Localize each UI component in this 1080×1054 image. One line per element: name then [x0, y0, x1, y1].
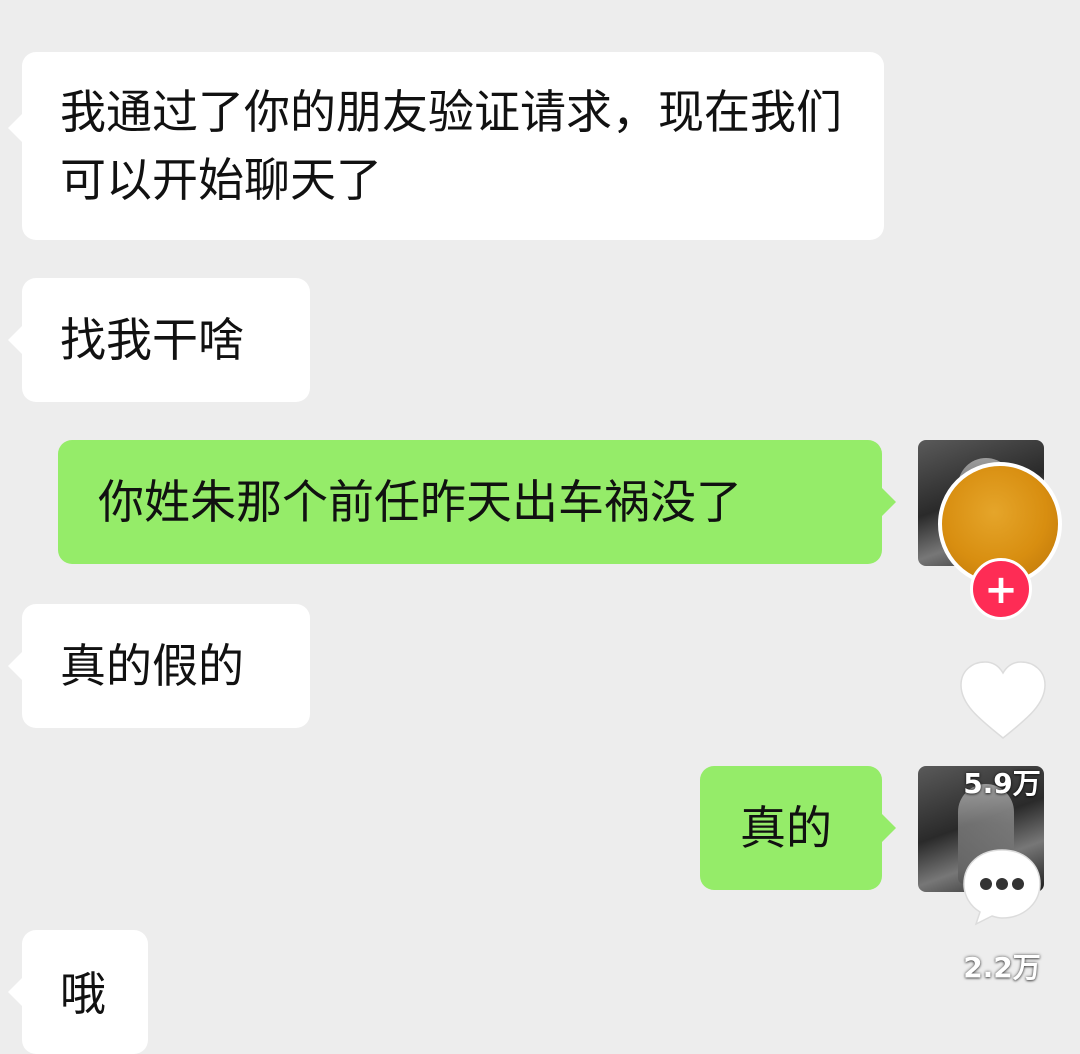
message-text: 找我干啥 — [60, 313, 244, 367]
bubble-tail — [8, 114, 22, 142]
comment-count: 2.2万 — [963, 951, 1041, 984]
bubble-tail — [882, 814, 896, 842]
bubble-tail — [8, 652, 22, 680]
message-bubble-incoming[interactable]: 真的假的 — [8, 604, 310, 728]
bubble-tail — [8, 326, 22, 354]
bubble-tail — [882, 488, 896, 516]
bubble-tail — [8, 978, 22, 1006]
like-count: 5.9万 — [963, 767, 1041, 800]
message-bubble-outgoing[interactable]: 真的 — [700, 766, 896, 890]
message-bubble-incoming[interactable]: 找我干啥 — [8, 278, 310, 402]
message-bubble-outgoing[interactable]: 你姓朱那个前任昨天出车祸没了 — [58, 440, 896, 564]
message-text: 真的 — [740, 801, 832, 855]
follow-button[interactable]: + — [970, 558, 1032, 620]
plus-icon: + — [984, 567, 1018, 613]
message-text: 哦 — [60, 967, 106, 1021]
message-text: 你姓朱那个前任昨天出车祸没了 — [98, 475, 742, 529]
message-bubble-incoming[interactable]: 哦 — [8, 930, 148, 1054]
message-bubble-incoming[interactable]: 我通过了你的朋友验证请求，现在我们可以开始聊天了 — [8, 52, 884, 240]
message-text: 我通过了你的朋友验证请求，现在我们可以开始聊天了 — [60, 85, 842, 207]
heart-icon[interactable] — [958, 660, 1048, 742]
message-text: 真的假的 — [60, 639, 244, 693]
comment-icon[interactable] — [960, 846, 1044, 926]
